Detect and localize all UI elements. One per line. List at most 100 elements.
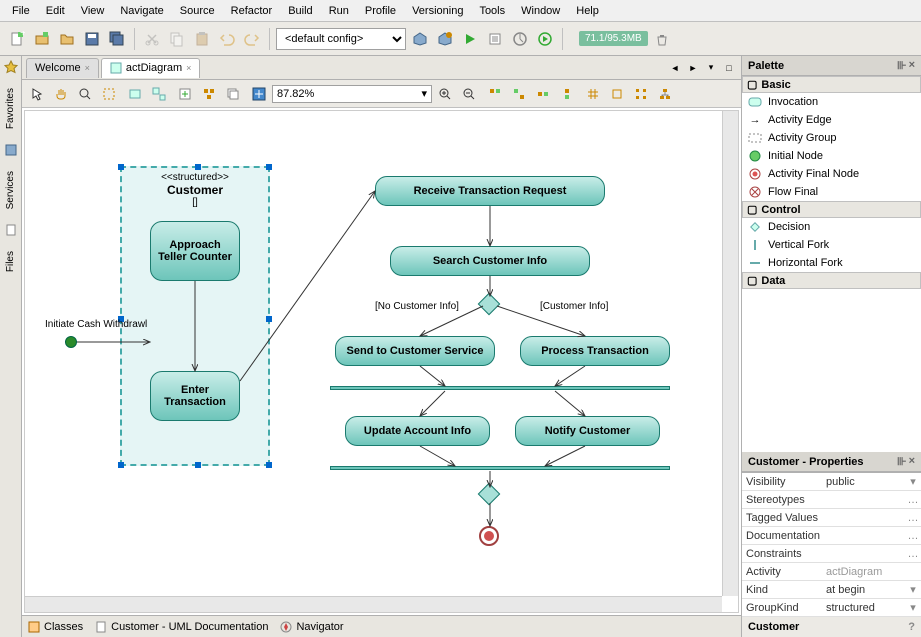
overview-button[interactable] (148, 83, 170, 105)
tree-button[interactable] (654, 83, 676, 105)
gc-button[interactable] (651, 28, 673, 50)
zoom-in-button[interactable] (434, 83, 456, 105)
files-tab[interactable]: Files (3, 245, 18, 278)
align4-button[interactable] (556, 83, 578, 105)
node-send[interactable]: Send to Customer Service (335, 336, 495, 366)
paste-button[interactable] (191, 28, 213, 50)
palette-group-basic[interactable]: ▢Basic (742, 76, 921, 93)
tab-prev-button[interactable]: ◄ (667, 60, 683, 76)
help-icon[interactable]: ? (908, 621, 915, 633)
zoom-input[interactable]: 87.82%▾ (272, 85, 432, 103)
marquee-tool[interactable] (98, 83, 120, 105)
menu-source[interactable]: Source (172, 3, 223, 19)
prop-value[interactable]: actDiagram (822, 566, 905, 578)
merge-node[interactable] (478, 483, 501, 506)
close-icon[interactable]: × (85, 63, 90, 73)
cut-button[interactable] (141, 28, 163, 50)
tab-next-button[interactable]: ► (685, 60, 701, 76)
prop-row[interactable]: GroupKindstructured▾ (742, 599, 921, 617)
decision-node[interactable] (478, 293, 501, 316)
align2-button[interactable] (508, 83, 530, 105)
diagram-canvas[interactable]: <<structured>> Customer [] Initiate Cash… (24, 110, 739, 613)
menu-run[interactable]: Run (321, 3, 357, 19)
node-enter[interactable]: Enter Transaction (150, 371, 240, 421)
node-process[interactable]: Process Transaction (520, 336, 670, 366)
prop-row[interactable]: ActivityactDiagram (742, 563, 921, 581)
menu-refactor[interactable]: Refactor (223, 3, 281, 19)
fit-button[interactable] (124, 83, 146, 105)
panel-pin-icon[interactable]: ⊪ (897, 59, 907, 72)
align-button[interactable] (484, 83, 506, 105)
prop-button[interactable]: ▾ (905, 601, 921, 614)
prop-value[interactable]: at begin (822, 584, 905, 596)
close-icon[interactable]: × (186, 63, 191, 73)
copy-diagram-button[interactable] (222, 83, 244, 105)
run-button[interactable] (459, 28, 481, 50)
pal-activity-edge[interactable]: →Activity Edge (742, 111, 921, 129)
bottom-classes[interactable]: Classes (28, 621, 83, 633)
tab-max-button[interactable]: □ (721, 60, 737, 76)
panel-pin-icon[interactable]: ⊪ (897, 455, 907, 468)
final-node[interactable] (479, 526, 499, 546)
menu-help[interactable]: Help (568, 3, 607, 19)
customer-group[interactable]: <<structured>> Customer [] (120, 166, 270, 466)
menu-versioning[interactable]: Versioning (404, 3, 471, 19)
save-button[interactable] (81, 28, 103, 50)
pan-tool[interactable] (50, 83, 72, 105)
prop-row[interactable]: Stereotypes… (742, 491, 921, 509)
bottom-navigator[interactable]: Navigator (280, 621, 343, 633)
favorites-tab[interactable]: Favorites (3, 82, 18, 135)
new-project-button[interactable] (31, 28, 53, 50)
tab-actdiagram[interactable]: actDiagram × (101, 58, 201, 78)
prop-row[interactable]: Tagged Values… (742, 509, 921, 527)
menu-file[interactable]: File (4, 3, 38, 19)
prop-button[interactable]: … (905, 512, 921, 524)
vertical-scrollbar[interactable] (722, 111, 738, 596)
prop-button[interactable]: ▾ (905, 475, 921, 488)
pal-hfork[interactable]: Horizontal Fork (742, 254, 921, 272)
zoom-out-button[interactable] (458, 83, 480, 105)
menu-view[interactable]: View (73, 3, 113, 19)
pal-flow-final[interactable]: Flow Final (742, 183, 921, 201)
tab-welcome[interactable]: Welcome × (26, 58, 99, 78)
node-notify[interactable]: Notify Customer (515, 416, 660, 446)
bottom-docs[interactable]: Customer - UML Documentation (95, 621, 268, 633)
memory-indicator[interactable]: 71.1/95.3MB (579, 31, 648, 46)
files-icon[interactable] (4, 223, 18, 237)
save-all-button[interactable] (106, 28, 128, 50)
panel-close-icon[interactable]: × (909, 59, 915, 72)
undo-button[interactable] (216, 28, 238, 50)
services-tab[interactable]: Services (3, 165, 18, 215)
prop-button[interactable]: … (905, 530, 921, 542)
grid-button[interactable] (582, 83, 604, 105)
clean-build-button[interactable] (434, 28, 456, 50)
menu-tools[interactable]: Tools (471, 3, 513, 19)
redo-button[interactable] (241, 28, 263, 50)
join-bar[interactable] (330, 466, 670, 470)
copy-button[interactable] (166, 28, 188, 50)
node-approach[interactable]: Approach Teller Counter (150, 221, 240, 281)
snap-button[interactable] (606, 83, 628, 105)
panel-close-icon[interactable]: × (909, 455, 915, 468)
node-receive[interactable]: Receive Transaction Request (375, 176, 605, 206)
menu-window[interactable]: Window (513, 3, 568, 19)
menu-profile[interactable]: Profile (357, 3, 404, 19)
fork-bar[interactable] (330, 386, 670, 390)
profile-button[interactable] (509, 28, 531, 50)
relayout-button[interactable] (198, 83, 220, 105)
services-icon[interactable] (4, 143, 18, 157)
config-select[interactable]: <default config> (276, 28, 406, 50)
prop-row[interactable]: Constraints… (742, 545, 921, 563)
pal-final-node[interactable]: Activity Final Node (742, 165, 921, 183)
node-search[interactable]: Search Customer Info (390, 246, 590, 276)
tab-list-button[interactable]: ▾ (703, 60, 719, 76)
layout-button[interactable] (630, 83, 652, 105)
prop-row[interactable]: Documentation… (742, 527, 921, 545)
prop-row[interactable]: Visibilitypublic▾ (742, 473, 921, 491)
prop-value[interactable]: public (822, 476, 905, 488)
pal-invocation[interactable]: Invocation (742, 93, 921, 111)
export-button[interactable] (174, 83, 196, 105)
select-tool[interactable] (26, 83, 48, 105)
profile-run-button[interactable] (534, 28, 556, 50)
prop-button[interactable]: ▾ (905, 583, 921, 596)
